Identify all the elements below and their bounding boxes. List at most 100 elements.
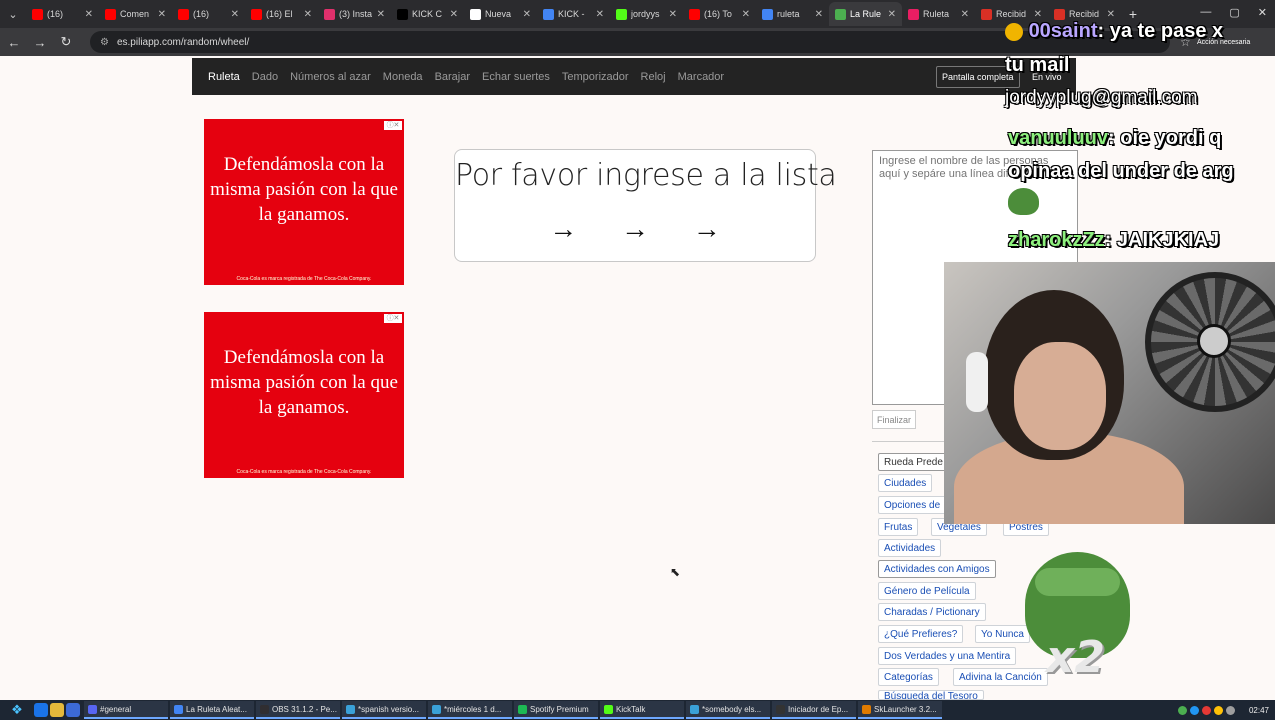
browser-tab[interactable]: Ruleta ✕ — [902, 2, 975, 26]
back-icon[interactable]: ← — [6, 35, 22, 50]
browser-tab[interactable]: La Rule ✕ — [829, 2, 902, 26]
finalize-button[interactable]: Finalizar — [872, 410, 916, 429]
preset-fruits[interactable]: Frutas — [878, 518, 919, 536]
preset-treasure-hunt[interactable]: Búsqueda del Tesoro — [878, 690, 984, 700]
site-info-icon[interactable]: ⚙ — [100, 37, 109, 48]
tab-close-icon[interactable]: ✕ — [377, 9, 385, 20]
nav-item-barajar[interactable]: Barajar — [435, 71, 470, 83]
taskbar-app-label: KickTalk — [616, 704, 646, 714]
tab-close-icon[interactable]: ✕ — [85, 9, 93, 20]
taskbar-app[interactable]: Spotify Premium — [514, 701, 598, 719]
ad-banner-1[interactable]: ⓘ✕ Defendámosla con la misma pasión con … — [204, 119, 404, 285]
preset-cities[interactable]: Ciudades — [878, 474, 933, 492]
preset-activities-friends[interactable]: Actividades con Amigos — [878, 560, 996, 578]
nav-item-numeros[interactable]: Números al azar — [290, 71, 371, 83]
taskbar-app[interactable]: *somebody els... — [686, 701, 770, 719]
preset-never-have-i[interactable]: Yo Nunca — [975, 625, 1030, 643]
tab-title: (3) Insta — [339, 9, 373, 19]
preset-movie-genre[interactable]: Género de Película — [878, 582, 976, 600]
ad-info-icon[interactable]: ⓘ✕ — [384, 314, 402, 323]
tab-close-icon[interactable]: ✕ — [523, 9, 531, 20]
preset-activities[interactable]: Actividades — [878, 539, 942, 557]
browser-tab[interactable]: KICK C ✕ — [391, 2, 464, 26]
tab-favicon-icon — [470, 8, 481, 20]
tab-favicon-icon — [251, 8, 262, 20]
taskbar-app-label: La Ruleta Aleat... — [186, 704, 247, 714]
taskbar-app[interactable]: KickTalk — [600, 701, 684, 719]
taskbar-apps: #general La Ruleta Aleat... OBS 31.1.2 - P… — [82, 701, 942, 719]
start-button-icon[interactable]: ❖ — [0, 700, 34, 720]
ad-banner-2[interactable]: ⓘ✕ Defendámosla con la misma pasión con … — [204, 312, 404, 478]
nav-item-temporizador[interactable]: Temporizador — [562, 71, 629, 83]
chat-message-3: vanuuluuv: oie yordi q — [1008, 127, 1221, 150]
tab-title: KICK - — [558, 9, 585, 19]
nav-item-dado[interactable]: Dado — [252, 71, 278, 83]
nav-item-ruleta[interactable]: Ruleta — [208, 71, 240, 83]
taskbar-app[interactable]: OBS 31.1.2 - Pe... — [256, 701, 340, 719]
nav-item-reloj[interactable]: Reloj — [641, 71, 666, 83]
reload-icon[interactable]: ↻ — [58, 34, 74, 50]
tab-close-icon[interactable]: ✕ — [1107, 9, 1115, 20]
explorer-quick-icon[interactable] — [50, 703, 64, 717]
tab-close-icon[interactable]: ✕ — [304, 9, 312, 20]
maximize-icon[interactable]: ▢ — [1229, 6, 1239, 19]
app-quick-icon[interactable] — [66, 703, 80, 717]
forward-icon[interactable]: → — [32, 35, 48, 50]
chrome-quick-icon[interactable] — [34, 703, 48, 717]
preset-guess-song[interactable]: Adivina la Canción — [953, 668, 1048, 686]
taskbar-app-icon — [174, 704, 183, 714]
browser-tab[interactable]: (16) El ✕ — [245, 2, 318, 26]
ad-info-icon[interactable]: ⓘ✕ — [384, 121, 402, 130]
taskbar-app[interactable]: SkLauncher 3.2... — [858, 701, 942, 719]
tab-favicon-icon — [324, 8, 335, 20]
wheel-prompt-box: Por favor ingrese a la lista → → → — [454, 149, 837, 262]
taskbar-app-icon — [518, 704, 527, 714]
preset-categories[interactable]: Categorías — [878, 668, 939, 686]
tab-close-icon[interactable]: ✕ — [669, 9, 677, 20]
browser-tab[interactable]: Nueva ✕ — [464, 2, 537, 26]
taskbar-app-label: *spanish versio... — [358, 704, 419, 714]
nav-item-marcador[interactable]: Marcador — [678, 71, 724, 83]
tab-close-icon[interactable]: ✕ — [1034, 9, 1042, 20]
preset-options[interactable]: Opciones de — [878, 496, 947, 514]
taskbar-app[interactable]: Iniciador de Ep... — [772, 701, 856, 719]
tab-close-icon[interactable]: ✕ — [961, 9, 969, 20]
tab-title: KICK C — [412, 9, 443, 19]
browser-tab[interactable]: (3) Insta ✕ — [318, 2, 391, 26]
close-icon[interactable]: ✕ — [1258, 6, 1267, 19]
nav-item-moneda[interactable]: Moneda — [383, 71, 423, 83]
tab-search-icon[interactable]: ⌄ — [0, 8, 26, 21]
minimize-icon[interactable]: — — [1200, 6, 1211, 19]
browser-tab[interactable]: KICK - ✕ — [537, 2, 610, 26]
preset-would-you-rather[interactable]: ¿Qué Prefieres? — [878, 625, 964, 643]
taskbar-app[interactable]: *spanish versio... — [342, 701, 426, 719]
tab-close-icon[interactable]: ✕ — [742, 9, 750, 20]
webcam-feed — [944, 262, 1275, 524]
taskbar-app-icon — [690, 704, 699, 714]
browser-tab[interactable]: (16) ✕ — [26, 2, 99, 26]
tab-close-icon[interactable]: ✕ — [815, 9, 823, 20]
preset-two-truths[interactable]: Dos Verdades y una Mentira — [878, 647, 1017, 665]
nav-item-echar-suertes[interactable]: Echar suertes — [482, 71, 550, 83]
browser-tab[interactable]: (16) To ✕ — [683, 2, 756, 26]
browser-tab[interactable]: jordyys ✕ — [610, 2, 683, 26]
tab-close-icon[interactable]: ✕ — [596, 9, 604, 20]
tab-close-icon[interactable]: ✕ — [450, 9, 458, 20]
emote-multiplier: x2 — [1046, 632, 1105, 683]
tab-close-icon[interactable]: ✕ — [231, 9, 239, 20]
browser-tab[interactable]: (16) ✕ — [172, 2, 245, 26]
taskbar-app[interactable]: La Ruleta Aleat... — [170, 701, 254, 719]
browser-tab[interactable]: ruleta ✕ — [756, 2, 829, 26]
browser-tab[interactable]: Comen ✕ — [99, 2, 172, 26]
chat-username: 00saint — [1028, 20, 1098, 42]
tab-close-icon[interactable]: ✕ — [158, 9, 166, 20]
sub-badge-icon — [1005, 22, 1023, 41]
taskbar-app[interactable]: #general — [84, 701, 168, 719]
preset-charades[interactable]: Charadas / Pictionary — [878, 603, 986, 621]
tab-favicon-icon — [1054, 8, 1065, 20]
tab-close-icon[interactable]: ✕ — [888, 9, 896, 20]
tab-favicon-icon — [981, 8, 992, 20]
taskbar-app[interactable]: *miércoles 1 d... — [428, 701, 512, 719]
chat-username: zharokzZz — [1008, 229, 1105, 251]
preset-default-wheel[interactable]: Rueda Prede — [878, 453, 949, 471]
